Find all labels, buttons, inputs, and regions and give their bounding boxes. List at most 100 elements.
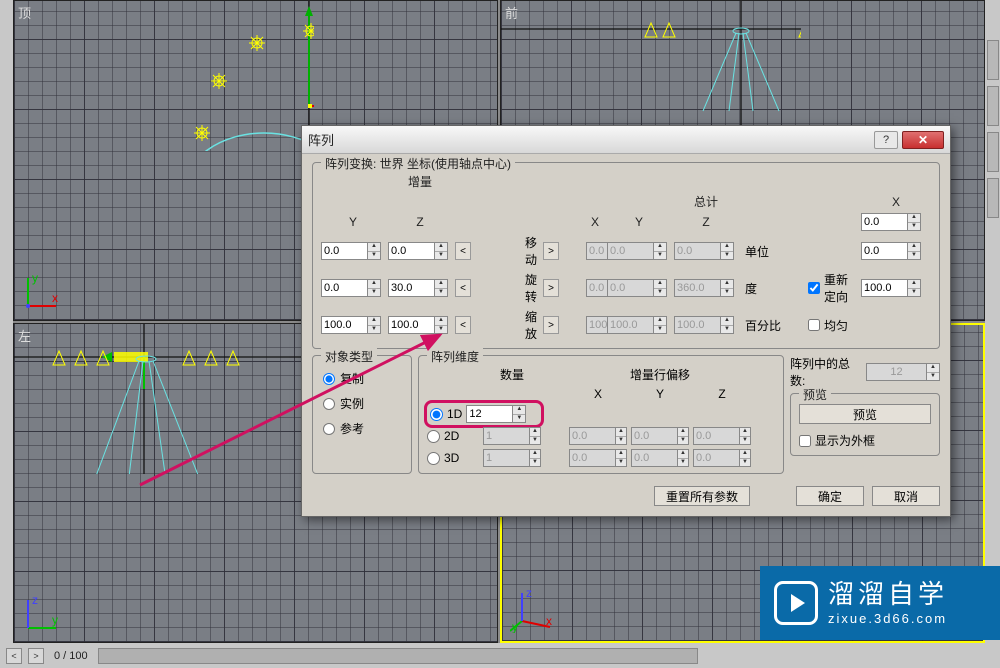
rotate-inc-z[interactable]: ▲▼ bbox=[388, 279, 452, 297]
sub-increment: 增量 bbox=[321, 173, 519, 190]
rotate-tot-x[interactable]: ▲▼ bbox=[586, 279, 604, 297]
svg-text:y: y bbox=[32, 272, 38, 285]
radio-instance[interactable]: 实例 bbox=[323, 395, 401, 412]
rotate-inc-x[interactable]: ▲▼ bbox=[861, 242, 931, 260]
scale-right-button[interactable]: > bbox=[543, 316, 559, 334]
rotate-right-button[interactable]: > bbox=[543, 279, 559, 297]
off-2d-x[interactable]: ▲▼ bbox=[569, 427, 627, 445]
group-preview: 预览 预览 显示为外框 bbox=[790, 393, 940, 456]
timeline-scrollbar[interactable] bbox=[98, 648, 698, 664]
svg-text:y: y bbox=[512, 620, 518, 633]
move-left-button[interactable]: < bbox=[455, 242, 471, 260]
watermark: 溜溜自学 zixue.3d66.com bbox=[760, 566, 1000, 640]
reorient-checkbox[interactable]: 重新定向 bbox=[808, 271, 858, 305]
op-move: 移动 bbox=[522, 234, 540, 268]
axis-indicator: x y z bbox=[510, 587, 556, 633]
dialog-title: 阵列 bbox=[308, 130, 874, 149]
close-button[interactable]: ✕ bbox=[902, 131, 944, 149]
cancel-button[interactable]: 取消 bbox=[872, 486, 940, 506]
axis-z-header: Z bbox=[674, 215, 738, 229]
svg-text:z: z bbox=[32, 594, 38, 607]
viewport-content bbox=[14, 1, 314, 151]
viewport-label-left: 左 bbox=[18, 326, 31, 345]
sub-total: 总计 bbox=[674, 193, 738, 210]
axis-z-header: Z bbox=[388, 215, 452, 229]
total-in-array: 阵列中的总数: ▲▼ bbox=[790, 355, 940, 389]
highlight-1d: 1D ▲▼ bbox=[424, 400, 544, 428]
rotate-tot-z[interactable]: ▲▼ bbox=[674, 279, 738, 297]
prev-frame-button[interactable]: < bbox=[6, 648, 22, 664]
panel-tab[interactable] bbox=[987, 40, 999, 80]
watermark-main: 溜溜自学 bbox=[828, 581, 948, 607]
wireframe-checkbox[interactable]: 显示为外框 bbox=[799, 432, 931, 449]
move-tot-x[interactable]: ▲▼ bbox=[586, 242, 604, 260]
unit-move: 单位 bbox=[741, 243, 805, 260]
scale-inc-x[interactable]: ▲▼ bbox=[861, 279, 931, 297]
radio-2d[interactable]: 2D bbox=[427, 429, 479, 443]
move-right-button[interactable]: > bbox=[543, 242, 559, 260]
rotate-left-button[interactable]: < bbox=[455, 279, 471, 297]
svg-text:x: x bbox=[546, 614, 552, 628]
op-rotate: 旋转 bbox=[522, 271, 540, 305]
radio-1d[interactable]: 1D bbox=[430, 407, 462, 421]
axis-indicator: y z bbox=[22, 594, 62, 634]
count-2d[interactable]: ▲▼ bbox=[483, 427, 541, 445]
watermark-sub: zixue.3d66.com bbox=[828, 611, 948, 626]
count-3d[interactable]: ▲▼ bbox=[483, 449, 541, 467]
radio-reference[interactable]: 参考 bbox=[323, 420, 401, 437]
scale-inc-z[interactable]: ▲▼ bbox=[388, 316, 452, 334]
ok-button[interactable]: 确定 bbox=[796, 486, 864, 506]
op-scale: 缩放 bbox=[522, 308, 540, 342]
left-toolbar bbox=[0, 0, 13, 668]
next-frame-button[interactable]: > bbox=[28, 648, 44, 664]
radio-copy[interactable]: 复制 bbox=[323, 370, 401, 387]
move-inc-y[interactable]: ▲▼ bbox=[321, 242, 385, 260]
rotate-inc-y[interactable]: ▲▼ bbox=[321, 279, 385, 297]
move-inc-x[interactable]: ▲▼ bbox=[861, 213, 931, 231]
off-2d-y[interactable]: ▲▼ bbox=[631, 427, 689, 445]
unit-rotate: 度 bbox=[741, 280, 805, 297]
svg-text:z: z bbox=[526, 587, 532, 600]
off-3d-x[interactable]: ▲▼ bbox=[569, 449, 627, 467]
preview-button[interactable]: 预览 bbox=[799, 404, 931, 424]
move-tot-z[interactable]: ▲▼ bbox=[674, 242, 738, 260]
panel-tab[interactable] bbox=[987, 132, 999, 172]
off-3d-z[interactable]: ▲▼ bbox=[693, 449, 751, 467]
array-dialog: 阵列 ? ✕ 阵列变换: 世界 坐标(使用轴点中心) 增量 总计 X Y Z X… bbox=[301, 125, 951, 517]
help-button[interactable]: ? bbox=[874, 131, 898, 149]
group-array-dimensions: 阵列维度 数量 增量行偏移 X Y Z 1D ▲▼ bbox=[418, 355, 784, 474]
svg-text:y: y bbox=[52, 613, 58, 627]
group-object-type: 对象类型 复制 实例 参考 bbox=[312, 355, 412, 474]
viewport-label-front: 前 bbox=[505, 3, 518, 22]
off-3d-y[interactable]: ▲▼ bbox=[631, 449, 689, 467]
group-legend: 阵列变换: 世界 坐标(使用轴点中心) bbox=[321, 155, 515, 172]
viewport-label-top: 顶 bbox=[18, 3, 31, 22]
off-2d-z[interactable]: ▲▼ bbox=[693, 427, 751, 445]
scale-tot-z[interactable]: ▲▼ bbox=[674, 316, 738, 334]
panel-tab[interactable] bbox=[987, 86, 999, 126]
group-array-transform: 阵列变换: 世界 坐标(使用轴点中心) 增量 总计 X Y Z X Y Z ▲▼… bbox=[312, 162, 940, 349]
scale-left-button[interactable]: < bbox=[455, 316, 471, 334]
move-inc-z[interactable]: ▲▼ bbox=[388, 242, 452, 260]
axis-x-header: X bbox=[586, 215, 604, 229]
scale-inc-y[interactable]: ▲▼ bbox=[321, 316, 385, 334]
count-header: 数量 bbox=[483, 366, 541, 383]
frame-display: 0 / 100 bbox=[50, 650, 92, 662]
unit-scale: 百分比 bbox=[741, 317, 805, 334]
rotate-tot-y[interactable]: ▲▼ bbox=[607, 279, 671, 297]
axis-y-header: Y bbox=[321, 215, 385, 229]
total-count: ▲▼ bbox=[866, 363, 940, 381]
axis-y-header: Y bbox=[607, 215, 671, 229]
panel-tab[interactable] bbox=[987, 178, 999, 218]
scale-tot-x[interactable]: ▲▼ bbox=[586, 316, 604, 334]
scale-tot-y[interactable]: ▲▼ bbox=[607, 316, 671, 334]
count-1d[interactable]: ▲▼ bbox=[466, 405, 526, 423]
radio-3d[interactable]: 3D bbox=[427, 451, 479, 465]
dialog-titlebar[interactable]: 阵列 ? ✕ bbox=[302, 126, 950, 154]
reset-button[interactable]: 重置所有参数 bbox=[654, 486, 750, 506]
uniform-checkbox[interactable]: 均匀 bbox=[808, 317, 858, 334]
offset-header: 增量行偏移 bbox=[569, 366, 751, 383]
move-tot-y[interactable]: ▲▼ bbox=[607, 242, 671, 260]
axis-x-header: X bbox=[861, 195, 931, 209]
timeline-bar: < > 0 / 100 bbox=[0, 643, 1000, 668]
